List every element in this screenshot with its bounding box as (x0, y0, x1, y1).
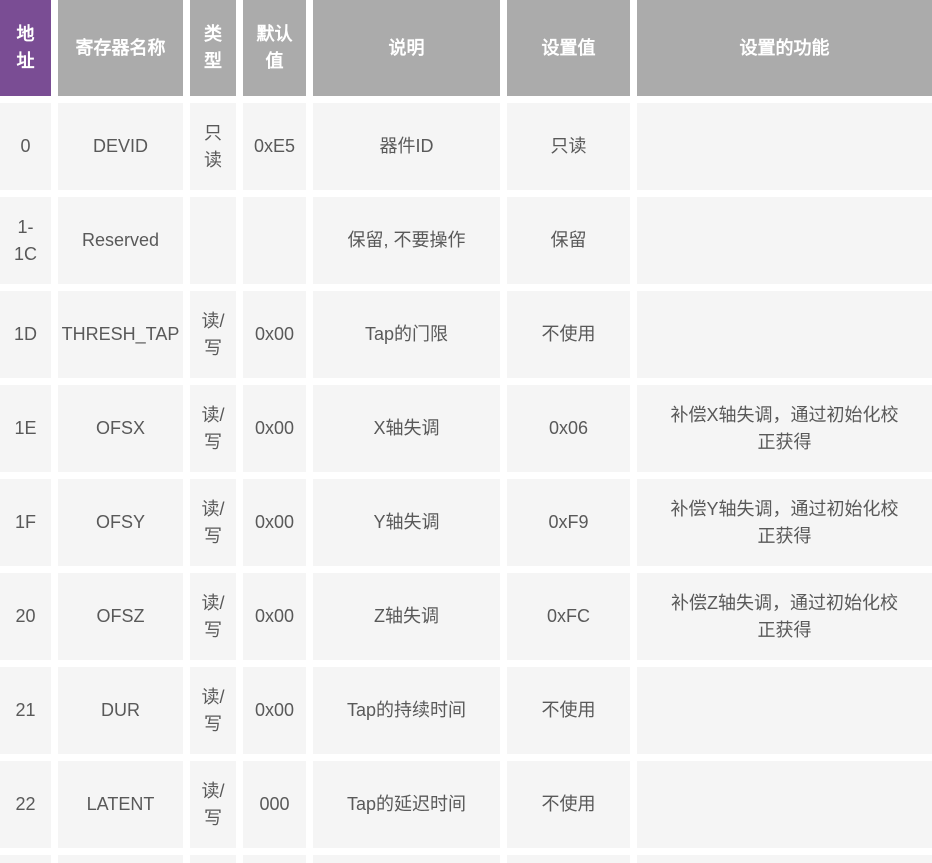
cell-default-value: 000 (243, 761, 306, 848)
cell-set-value: 保留 (507, 197, 630, 284)
partial-row-cell (507, 855, 630, 863)
cell-address: 1-1C (0, 197, 51, 284)
cell-type (190, 197, 236, 284)
cell-default-value (243, 197, 306, 284)
cell-set-value: 不使用 (507, 667, 630, 754)
cell-set-function: 补偿X轴失调，通过初始化校正获得 (637, 385, 932, 472)
register-table-page: 地址寄存器名称类型默认值说明设置值设置的功能0DEVID只读0xE5器件ID只读… (0, 0, 932, 863)
cell-default-value: 0x00 (243, 573, 306, 660)
partial-row-cell (243, 855, 306, 863)
partial-row-cell (190, 855, 236, 863)
cell-description: X轴失调 (313, 385, 500, 472)
column-header-description: 说明 (313, 0, 500, 96)
column-header-set-function: 设置的功能 (637, 0, 932, 96)
cell-set-value: 不使用 (507, 291, 630, 378)
cell-register-name: DEVID (58, 103, 183, 190)
cell-address: 1E (0, 385, 51, 472)
cell-register-name: DUR (58, 667, 183, 754)
cell-address: 20 (0, 573, 51, 660)
cell-set-value: 只读 (507, 103, 630, 190)
register-table: 地址寄存器名称类型默认值说明设置值设置的功能0DEVID只读0xE5器件ID只读… (0, 0, 932, 863)
partial-row-cell (58, 855, 183, 863)
cell-type: 读/写 (190, 761, 236, 848)
cell-address: 21 (0, 667, 51, 754)
cell-default-value: 0x00 (243, 667, 306, 754)
partial-row-cell (313, 855, 500, 863)
cell-default-value: 0x00 (243, 385, 306, 472)
cell-set-value: 0xFC (507, 573, 630, 660)
cell-set-function (637, 761, 932, 848)
cell-register-name: OFSX (58, 385, 183, 472)
cell-type: 读/写 (190, 291, 236, 378)
cell-address: 0 (0, 103, 51, 190)
column-header-type: 类型 (190, 0, 236, 96)
cell-default-value: 0xE5 (243, 103, 306, 190)
column-header-set-value: 设置值 (507, 0, 630, 96)
cell-description: 器件ID (313, 103, 500, 190)
cell-set-value: 0x06 (507, 385, 630, 472)
cell-type: 读/写 (190, 385, 236, 472)
cell-register-name: OFSY (58, 479, 183, 566)
cell-register-name: Reserved (58, 197, 183, 284)
column-header-address: 地址 (0, 0, 51, 96)
cell-address: 1D (0, 291, 51, 378)
cell-type: 读/写 (190, 573, 236, 660)
cell-set-function: 补偿Y轴失调，通过初始化校正获得 (637, 479, 932, 566)
cell-register-name: OFSZ (58, 573, 183, 660)
cell-set-function (637, 197, 932, 284)
cell-description: Tap的持续时间 (313, 667, 500, 754)
cell-set-function (637, 291, 932, 378)
cell-set-function (637, 667, 932, 754)
cell-default-value: 0x00 (243, 291, 306, 378)
cell-set-function (637, 103, 932, 190)
column-header-default-value: 默认值 (243, 0, 306, 96)
cell-register-name: THRESH_TAP (58, 291, 183, 378)
cell-default-value: 0x00 (243, 479, 306, 566)
cell-description: Tap的门限 (313, 291, 500, 378)
cell-address: 22 (0, 761, 51, 848)
cell-register-name: LATENT (58, 761, 183, 848)
cell-description: Z轴失调 (313, 573, 500, 660)
cell-set-value: 不使用 (507, 761, 630, 848)
cell-set-value: 0xF9 (507, 479, 630, 566)
column-header-register-name: 寄存器名称 (58, 0, 183, 96)
cell-type: 读/写 (190, 667, 236, 754)
cell-description: 保留, 不要操作 (313, 197, 500, 284)
cell-type: 读/写 (190, 479, 236, 566)
cell-set-function: 补偿Z轴失调，通过初始化校正获得 (637, 573, 932, 660)
cell-description: Tap的延迟时间 (313, 761, 500, 848)
cell-address: 1F (0, 479, 51, 566)
cell-type: 只读 (190, 103, 236, 190)
partial-row-cell (0, 855, 51, 863)
partial-row-cell (637, 855, 932, 863)
cell-description: Y轴失调 (313, 479, 500, 566)
